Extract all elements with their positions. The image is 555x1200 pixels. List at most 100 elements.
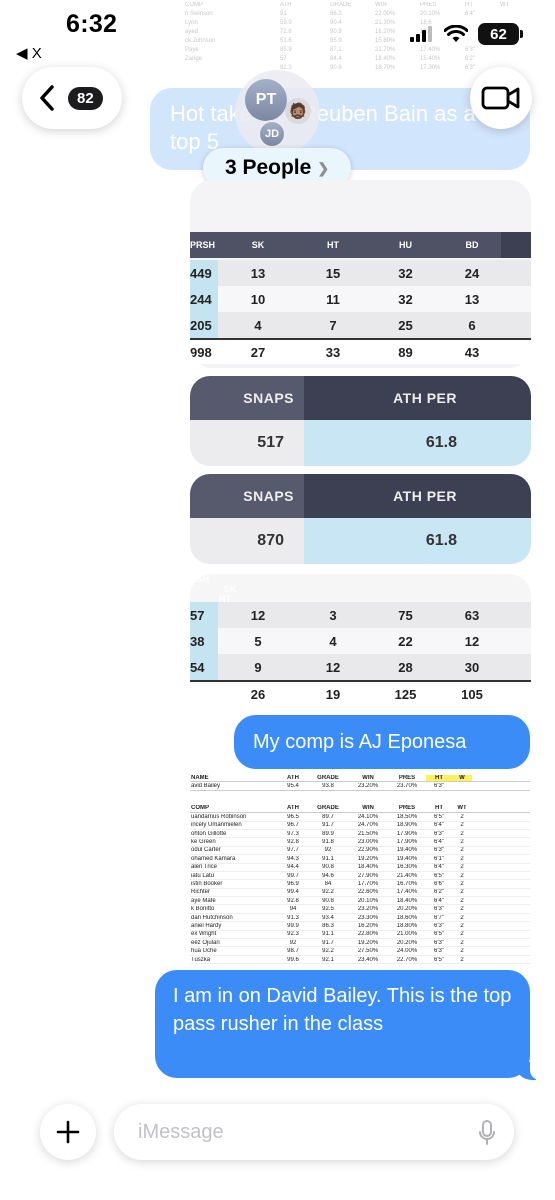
stat-column-header: PRSH [190,240,216,250]
bg-sheet-cell: 87.1 [330,46,342,53]
sheet-comp-row-cell: 2 [460,889,464,896]
sheet-comp-row-cell: 19.40% [396,855,418,862]
sheet-comp-row-cell: 6'1" [434,855,444,862]
stat-cell: 12 [464,633,480,649]
sheet-comp-row-cell: 18.50% [396,813,418,820]
group-avatar[interactable]: PT 🧔🏽 JD [235,70,320,155]
snaps-header: SNAPS [190,376,304,420]
bg-sheet-cell: 85.9 [330,37,342,44]
stat-cell: 26 [250,686,266,702]
bg-sheet-cell: 15.40% [420,55,441,62]
sheet-comp-row-cell: 2 [460,914,464,921]
sheet-comp-row-cell: 92.8 [287,839,299,846]
sheet-comp-row-cell: 2 [460,830,464,837]
sheet-comp-row-cell: 16.30% [396,864,418,871]
snaps-image-1[interactable]: SNAPS ATH PER 517 61.8 [190,376,531,466]
sheet-comp-row-cell: 23.20% [357,906,379,913]
sheet-comp-row-cell: 91.1 [322,931,334,938]
bg-sheet-cell: Paye [185,46,199,53]
stat-cell: 38 [190,628,218,654]
sheet-comp-row-cell: 6'3" [434,922,444,929]
sheet-comp-row-cell: ex Wright [191,931,217,938]
stat-column-header: RSH [190,574,210,584]
bg-sheet-cell: 84.4 [330,55,342,62]
message-input[interactable]: iMessage [114,1104,514,1160]
group-name-label: 3 People [224,156,312,179]
stat-cell: 12 [325,659,341,675]
sheet-comp-row-cell: 6'6" [434,880,444,887]
message-bubble-comp[interactable]: My comp is AJ Eponesa [234,715,530,769]
sheet-comp-row-cell: 92 [289,939,297,946]
bg-sheet-cell: 90.8 [330,64,342,71]
sheet-comp-row-cell: alen Trice [191,864,218,871]
sheet-comp-row-cell: 92.1 [322,956,334,963]
stat-cell: 30 [464,659,480,675]
stat-cell: 4 [254,317,262,333]
stat-cell: 449 [190,260,218,286]
sheet-comp-row: hua Uche 98.7 92.2 27.50% 24.00% 6'3" 2 [190,947,530,956]
sheet-comp-row-cell: istin Booker [191,880,223,887]
sheet-comp-row-cell: 20.20% [396,906,418,913]
sheet-comp-row-cell: 91.3 [287,914,299,921]
stat-cell: 13 [464,291,480,307]
stat-cell: 57 [190,602,218,628]
sheet-comp-row: aniel Hardy 99.9 86.3 16.20% 18.80% 6'3" 2 [190,922,530,931]
stat-table-image-1[interactable]: PRSH SK HT HU BD 449 13 15 32 24 244 10 11 32 13 205 4 7… [190,180,531,368]
sheet-comp-row-cell: Richter [191,889,211,896]
facetime-video-button[interactable] [470,67,532,129]
sheet-comp-row-cell: 2 [460,906,464,913]
stat-table-row: 449 13 15 32 24 [190,260,531,286]
sheet-player-row-cell: 23.20% [357,783,379,790]
sheet-comp-row-cell: 18.40% [396,897,418,904]
sheet-comp-row-cell: dan Hutchinson [191,914,233,921]
bg-sheet-cell: 86.3 [330,10,342,17]
sheet-comp-row-cell: incely Umanmielen [191,822,242,829]
sheet-comp-row-cell: 2 [460,864,464,871]
sheet-comp-row-cell: 2 [460,939,464,946]
wifi-icon [444,25,468,42]
sheet-comp-row-cell: ohamed Kamara [191,855,236,862]
add-attachment-button[interactable] [40,1104,96,1160]
avatar-memoji: 🧔🏽 [285,98,311,124]
stat-cell: 19 [325,686,341,702]
stat-cell: 24 [464,265,480,281]
stat-table-header: RSHSKHTHUBD [190,574,531,650]
sheet-comp-row-cell: 2 [460,822,464,829]
sheet-comp-row-cell: 6'4" [434,864,444,871]
sheet-comp-row-cell: 86.3 [322,922,334,929]
sheet-comp-row-cell: 24.70% [357,822,379,829]
snaps-image-2[interactable]: SNAPS ATH PER 870 61.8 [190,474,531,564]
stat-column-header: HU [399,240,412,250]
stat-table-image-2[interactable]: RSHSKHTHUBD 5712375633854221254912283026… [190,574,531,704]
message-input-placeholder: iMessage [138,1120,224,1143]
bg-sheet-cell: ayed [185,28,199,35]
bg-sheet-cell: 51.6 [280,37,292,44]
back-button[interactable]: 82 [22,67,122,129]
spreadsheet-image[interactable]: NAME ATH GRADE WIN PRES HT Wavid Bailey 95.4 93.… [190,774,530,965]
stat-cell: 33 [325,344,341,360]
sheet-comp-row-cell: 22.60% [357,889,379,896]
bg-sheet-cell: 72.8 [280,28,292,35]
battery-icon: 62 [478,23,523,45]
sheet-comp-row-cell: 94 [289,906,297,913]
message-bubble-final[interactable]: I am in on David Bailey. This is the top… [155,970,546,1080]
sheet-comp-row: ohamed Kamara 94.3 91.1 19.20% 19.40% 6'1" 2 [190,855,530,864]
sheet-comp-row-cell: 92 [324,847,332,854]
sheet-comp-row-cell: 2 [460,855,464,862]
sheet-player-row-cell: 6'3" [434,783,444,790]
sheet-comp-row-cell: 17.70% [357,880,379,887]
back-to-app-label[interactable]: ◀ X [16,44,42,62]
sheet-comp-row: odul Carter 97.7 92 22.90% 19.40% 6'3" 2 [190,847,530,856]
sheet-player-row-cell: 95.4 [287,783,299,790]
sheet-comp-row-cell: 91.7 [322,822,334,829]
sheet-comp-row-cell: 97.3 [287,830,299,837]
bg-sheet-cell: 85.9 [280,46,292,53]
stat-cell: 7 [329,317,337,333]
bg-sheet-cell: 18.40% [375,55,396,62]
sheet-comp-row-cell: 27.90% [357,872,379,879]
snaps-header: SNAPS [190,474,304,518]
avatar-jd: JD [258,120,286,148]
stat-cell: 998 [190,344,212,360]
microphone-icon[interactable] [478,1119,496,1147]
sheet-comp-row-cell: aye Mafe [191,897,216,904]
